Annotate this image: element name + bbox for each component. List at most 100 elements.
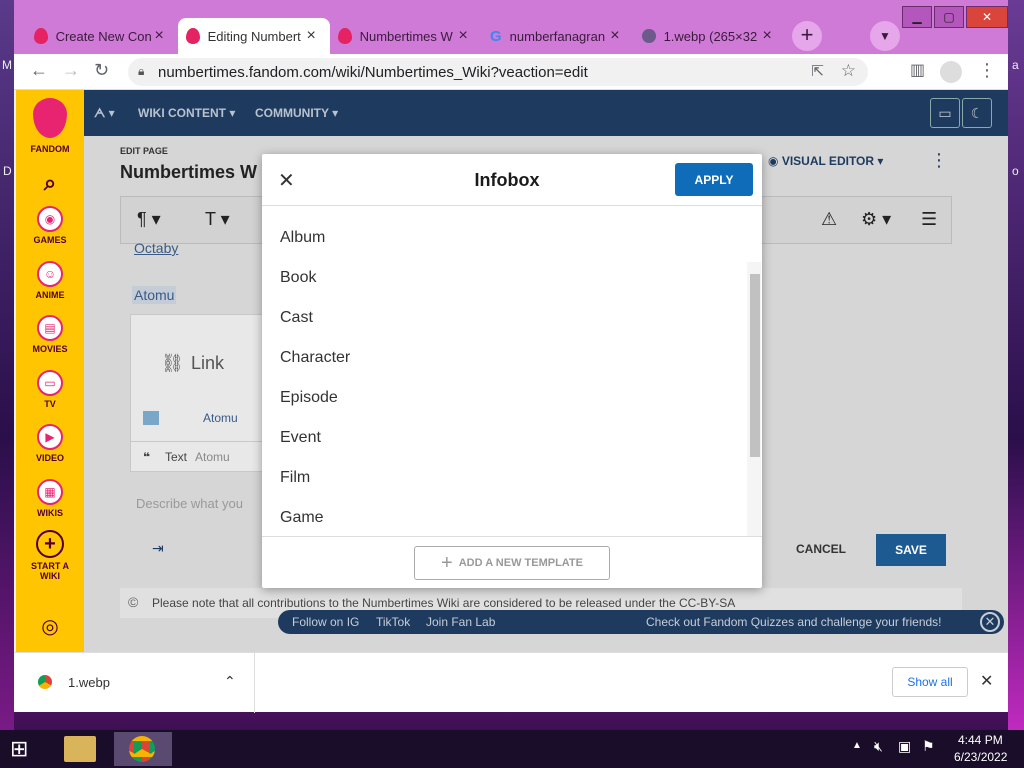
- show-all-button[interactable]: Show all: [892, 667, 968, 697]
- maximize-button[interactable]: ▢: [934, 6, 964, 28]
- scrollbar[interactable]: [747, 262, 761, 536]
- user-account-icon[interactable]: ◎: [16, 614, 84, 639]
- sidebar-item-video[interactable]: ▶ VIDEO: [16, 424, 84, 463]
- side-panel-icon[interactable]: ▥: [910, 60, 925, 80]
- cancel-button[interactable]: CANCEL: [796, 542, 846, 556]
- list-item[interactable]: Film: [280, 469, 310, 487]
- close-icon[interactable]: ×: [458, 27, 474, 45]
- visual-editor-label: VISUAL EDITOR: [781, 154, 875, 168]
- desktop-icon-label: D: [3, 164, 12, 178]
- tray-expand-icon[interactable]: ▲: [852, 740, 862, 751]
- save-button[interactable]: SAVE: [876, 534, 946, 566]
- sidebar-item-start-wiki[interactable]: + START A WIKI: [16, 530, 84, 581]
- sidebar-item-wikis[interactable]: ▦ WIKIS: [16, 479, 84, 518]
- clock-date[interactable]: 6/23/2022: [954, 750, 1007, 764]
- chrome-taskbar-button[interactable]: [114, 732, 172, 766]
- bookmark-star-icon[interactable]: ☆: [841, 61, 856, 81]
- paragraph-format-icon[interactable]: ¶ ▾: [137, 209, 161, 230]
- clock-time[interactable]: 4:44 PM: [958, 733, 1003, 747]
- tab-google-search[interactable]: G numberfanagran ×: [482, 18, 634, 54]
- discussions-icon[interactable]: ▭: [930, 98, 960, 128]
- more-options-icon[interactable]: ⋮: [930, 150, 948, 171]
- download-file-name[interactable]: 1.webp: [68, 675, 110, 690]
- close-icon[interactable]: ×: [610, 27, 626, 45]
- dialog-header: ✕ Infobox APPLY: [262, 154, 762, 206]
- visual-editor-toggle[interactable]: ◉ VISUAL EDITOR ▾: [768, 154, 883, 168]
- sidebar-item-anime[interactable]: ☺ ANIME: [16, 261, 84, 300]
- fanlab-link[interactable]: Join Fan Lab: [426, 615, 495, 629]
- list-item[interactable]: Character: [280, 349, 350, 367]
- add-template-button[interactable]: + ADD A NEW TEMPLATE: [414, 546, 610, 580]
- tab-title: Create New Con: [55, 28, 152, 44]
- taskbar: ⊞ ▲ 🔇︎ ▣ ⚑ 4:44 PM 6/23/2022: [0, 730, 1024, 768]
- address-bar[interactable]: 🔒︎ numbertimes.fandom.com/wiki/Numbertim…: [128, 58, 868, 86]
- tab-create-new[interactable]: Create New Con ×: [26, 18, 178, 54]
- search-icon[interactable]: ⌕: [16, 170, 84, 196]
- nav-community[interactable]: COMMUNITY ▾: [255, 106, 338, 120]
- summary-input[interactable]: Describe what you: [136, 496, 243, 511]
- sidebar-item-tv[interactable]: ▭ TV: [16, 370, 84, 409]
- forward-arrow-icon[interactable]: →: [62, 60, 80, 81]
- page-text-atomu[interactable]: Atomu: [132, 286, 177, 304]
- chrome-icon: [38, 675, 52, 689]
- close-icon[interactable]: ✕: [980, 671, 993, 691]
- back-arrow-icon[interactable]: ←: [30, 60, 48, 81]
- tab-title: Numbertimes W: [359, 28, 453, 44]
- windows-start-icon[interactable]: ⊞: [10, 736, 28, 762]
- list-item[interactable]: Book: [280, 269, 316, 287]
- list-item[interactable]: Cast: [280, 309, 313, 327]
- menu-icon[interactable]: ☰: [921, 209, 937, 230]
- action-center-icon[interactable]: ⚑: [922, 738, 935, 755]
- profile-avatar[interactable]: [940, 61, 962, 83]
- preview-icon[interactable]: ⇥: [152, 540, 164, 557]
- minimize-button[interactable]: ▁: [902, 6, 932, 28]
- list-item[interactable]: Game: [280, 509, 324, 527]
- fandom-heart-icon: [33, 98, 67, 138]
- reload-icon[interactable]: ↻: [94, 60, 109, 81]
- warning-icon[interactable]: ⚠: [821, 209, 837, 230]
- promo-bar: Follow on IG TikTok Join Fan Lab Check o…: [278, 610, 1004, 634]
- sidebar-item-games[interactable]: ◉ GAMES: [16, 206, 84, 245]
- scrollbar-thumb[interactable]: [750, 274, 760, 457]
- file-explorer-icon[interactable]: [64, 736, 96, 762]
- close-icon[interactable]: ×: [154, 27, 170, 45]
- fandom-logo[interactable]: FANDOM: [16, 98, 84, 154]
- new-tab-button[interactable]: +: [792, 21, 822, 51]
- share-icon[interactable]: ⇱: [811, 62, 824, 80]
- url-text: numbertimes.fandom.com/wiki/Numbertimes_…: [158, 63, 588, 81]
- tab-numbertimes[interactable]: Numbertimes W ×: [330, 18, 482, 54]
- menu-kebab-icon[interactable]: ⋮: [978, 60, 996, 81]
- desktop-right-edge: a o: [1008, 0, 1024, 730]
- volume-muted-icon[interactable]: 🔇︎: [874, 738, 883, 755]
- list-item[interactable]: Episode: [280, 389, 338, 407]
- link-target[interactable]: Atomu: [203, 411, 238, 425]
- tiktok-link[interactable]: TikTok: [376, 615, 410, 629]
- list-item[interactable]: Album: [280, 229, 325, 247]
- page-text-octaby[interactable]: Octaby: [134, 240, 178, 256]
- follow-ig-link[interactable]: Follow on IG: [292, 615, 359, 629]
- sidebar-item-movies[interactable]: ▤ MOVIES: [16, 315, 84, 354]
- wiki-home-icon[interactable]: ᗅ ▾: [94, 106, 115, 121]
- tab-editing[interactable]: Editing Numbert ×: [178, 18, 330, 54]
- fandom-logo-text: FANDOM: [30, 144, 70, 154]
- close-window-button[interactable]: ✕: [966, 6, 1008, 28]
- page-title: Numbertimes W: [120, 162, 258, 182]
- download-bar: 1.webp ⌃ Show all ✕: [14, 652, 1008, 713]
- chevron-up-icon[interactable]: ⌃: [224, 673, 236, 690]
- close-icon[interactable]: ×: [306, 27, 322, 45]
- list-item[interactable]: Event: [280, 429, 321, 447]
- quiz-promo[interactable]: Check out Fandom Quizzes and challenge y…: [646, 615, 942, 629]
- apply-button[interactable]: APPLY: [675, 163, 753, 196]
- close-icon[interactable]: ✕: [980, 612, 1000, 632]
- sidebar-label: TV: [44, 399, 56, 409]
- nav-wiki-content[interactable]: WIKI CONTENT ▾: [138, 106, 235, 120]
- text-style-icon[interactable]: T ▾: [205, 209, 230, 230]
- tab-image[interactable]: 1.webp (265×32 ×: [634, 18, 786, 54]
- tab-search-icon[interactable]: ▼: [870, 21, 900, 51]
- close-icon[interactable]: ×: [762, 27, 778, 45]
- network-icon[interactable]: ▣: [898, 738, 911, 755]
- dark-mode-moon-icon[interactable]: ☾: [962, 98, 992, 128]
- fandom-sidebar: FANDOM ⌕ ◉ GAMES ☺ ANIME ▤ MOVIES ▭ TV ▶ VIDE…: [16, 90, 84, 652]
- window-controls: ▁ ▢ ✕: [900, 6, 1008, 28]
- settings-gear-icon[interactable]: ⚙ ▾: [861, 209, 891, 230]
